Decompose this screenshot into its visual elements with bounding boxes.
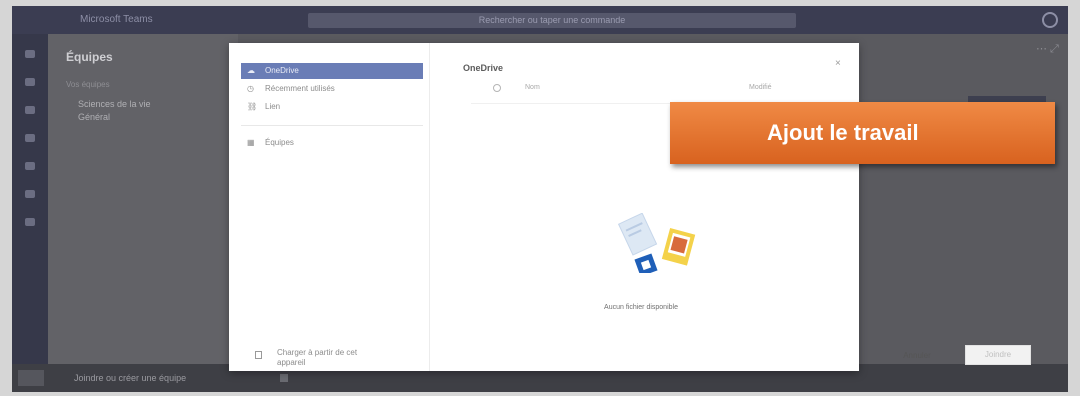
- nav-label: Récemment utilisés: [265, 84, 335, 93]
- upload-label: Charger à partir de cet appareil: [277, 348, 358, 367]
- upload-icon: [255, 351, 262, 359]
- nav-label: Lien: [265, 102, 281, 111]
- divider: [241, 125, 423, 126]
- select-all-checkbox[interactable]: [493, 84, 501, 92]
- clock-icon: ◷: [247, 84, 254, 93]
- teams-panel: Équipes Vos équipes Sciences de la vie G…: [48, 34, 238, 364]
- dialog-title: OneDrive: [463, 63, 504, 73]
- teams-icon: ▦: [247, 138, 255, 147]
- nav-item-link[interactable]: ⛓ Lien: [241, 99, 423, 115]
- join-team-link[interactable]: Joindre ou créer une équipe: [74, 373, 186, 383]
- close-icon[interactable]: ×: [835, 58, 841, 69]
- team-name: Sciences de la vie: [78, 99, 151, 109]
- nav-label: Équipes: [265, 138, 294, 147]
- cancel-button[interactable]: Annuler: [899, 349, 935, 363]
- attach-dialog: ☁ OneDrive ◷ Récemment utilisés ⛓ Lien ▦ Équ…: [229, 43, 1031, 371]
- empty-state-message: Aucun fichier disponible: [604, 304, 678, 311]
- panel-subtitle: Vos équipes: [66, 80, 110, 89]
- channel-name: Général: [78, 112, 111, 122]
- title-bar: Microsoft Teams Rechercher ou taper une …: [12, 6, 1068, 34]
- app-name: Microsoft Teams: [80, 14, 153, 25]
- chat-icon[interactable]: [25, 78, 35, 86]
- attach-button[interactable]: Joindre: [965, 345, 1031, 365]
- settings-icon[interactable]: [18, 370, 44, 386]
- calendar-icon[interactable]: [25, 162, 35, 170]
- profile-icon[interactable]: [1042, 12, 1058, 28]
- dialog-sidebar: ☁ OneDrive ◷ Récemment utilisés ⛓ Lien ▦ Équ…: [229, 43, 430, 371]
- nav-item-onedrive[interactable]: ☁ OneDrive: [241, 63, 423, 79]
- nav-label: OneDrive: [265, 66, 299, 75]
- dialog-content: OneDrive × Nom Modifié Annuler Joindre: [429, 43, 1031, 371]
- app-rail: [12, 34, 48, 364]
- activity-icon[interactable]: [25, 50, 35, 58]
- header-icons[interactable]: ⋯ ⤢: [1036, 42, 1059, 56]
- callout-banner: Ajout le travail: [670, 102, 1055, 164]
- nav-item-teams[interactable]: ▦ Équipes: [241, 135, 423, 151]
- files-icon[interactable]: [25, 218, 35, 226]
- assignments-icon[interactable]: [25, 134, 35, 142]
- gear-icon[interactable]: [280, 374, 288, 382]
- nav-item-recent[interactable]: ◷ Récemment utilisés: [241, 81, 423, 97]
- column-modified[interactable]: Modifié: [749, 84, 772, 91]
- file-list-header: Nom Modifié: [473, 84, 833, 96]
- teams-icon[interactable]: [25, 106, 35, 114]
- link-icon: ⛓: [247, 102, 258, 111]
- team-item[interactable]: Sciences de la vie Général: [78, 98, 151, 124]
- search-input[interactable]: Rechercher ou taper une commande: [308, 13, 796, 28]
- column-name[interactable]: Nom: [525, 84, 540, 91]
- panel-title: Équipes: [66, 50, 113, 64]
- calls-icon[interactable]: [25, 190, 35, 198]
- cloud-icon: ☁: [247, 66, 255, 75]
- empty-files-illustration: [617, 213, 696, 273]
